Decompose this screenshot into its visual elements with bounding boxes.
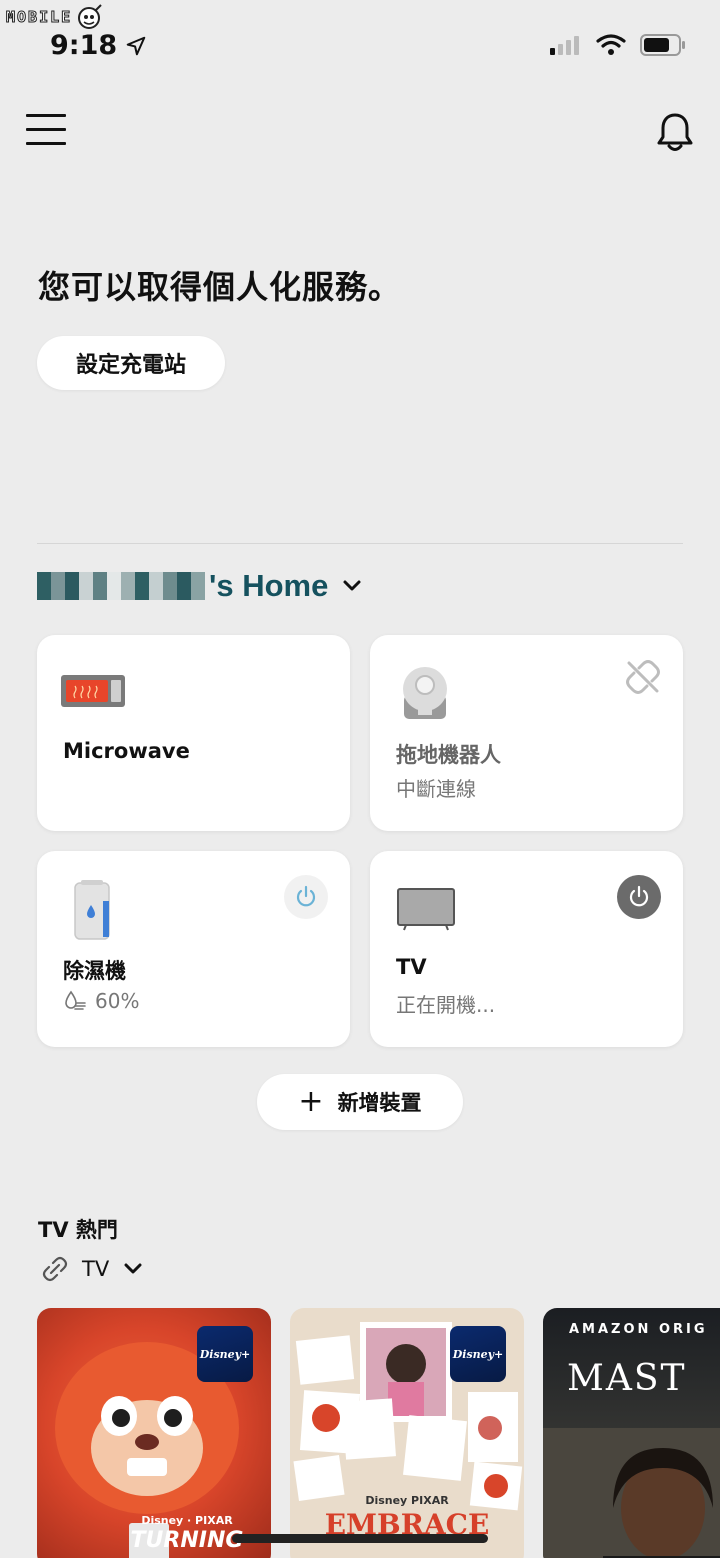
microwave-icon xyxy=(61,675,125,707)
thumbnail-embrace-the-panda[interactable]: Disney+ Disney PIXAR EMBRACE xyxy=(290,1308,524,1558)
watermark-mascot-icon xyxy=(78,4,102,29)
tv-filter-label: TV xyxy=(82,1257,110,1281)
status-icons xyxy=(550,34,686,56)
personalization-title: 您可以取得個人化服務。 xyxy=(38,268,402,306)
home-indicator[interactable] xyxy=(232,1534,488,1543)
status-time-text: 9:18 xyxy=(50,30,118,61)
power-icon xyxy=(296,885,316,907)
dehumidifier-icon xyxy=(74,880,110,940)
section-divider xyxy=(37,543,683,544)
top-bar xyxy=(0,112,720,156)
device-status-text: 正在開機... xyxy=(396,993,496,1017)
add-device-label: 新增裝置 xyxy=(337,1091,422,1115)
device-status: 中斷連線 xyxy=(396,773,476,802)
plus-icon: + xyxy=(298,1084,324,1119)
watermark-logo: MOBILE xyxy=(5,4,104,30)
device-name: TV xyxy=(396,955,427,979)
disconnected-link-icon xyxy=(626,660,660,694)
tv-icon xyxy=(397,888,455,931)
status-bar: 9:18 xyxy=(0,28,720,68)
device-card-tv[interactable]: TV 正在開機... xyxy=(370,851,683,1047)
home-name: 's Home xyxy=(209,568,329,603)
status-time: 9:18 xyxy=(50,30,147,61)
device-name: 拖地機器人 xyxy=(396,743,501,767)
location-arrow-icon xyxy=(126,36,146,55)
thumbnail-title: MAST xyxy=(567,1358,687,1399)
hamburger-menu-button[interactable] xyxy=(26,114,66,150)
device-card-microwave[interactable]: Microwave xyxy=(37,635,350,831)
thumbnail-turning-red[interactable]: Disney+ Disney · PIXAR TURNING xyxy=(37,1308,271,1558)
mopping-robot-icon xyxy=(403,667,447,719)
power-icon xyxy=(629,885,649,907)
device-status: 60% xyxy=(63,989,139,1013)
dehumidifier-power-button[interactable] xyxy=(284,875,328,919)
device-status-text: 中斷連線 xyxy=(396,777,476,801)
link-icon xyxy=(42,1256,68,1282)
device-status-text: 60% xyxy=(95,989,140,1013)
device-name: 除濕機 xyxy=(63,959,126,983)
setup-charging-station-button[interactable]: 設定充電站 xyxy=(37,336,225,390)
battery-icon xyxy=(640,34,685,56)
device-card-mopping-robot[interactable]: 拖地機器人 中斷連線 xyxy=(370,635,683,831)
device-name: Microwave xyxy=(63,739,190,763)
tv-filter-dropdown[interactable]: TV xyxy=(42,1256,143,1282)
device-status: 正在開機... xyxy=(396,989,495,1018)
thumbnail-master[interactable]: AMAZON ORIG MAST xyxy=(543,1308,720,1558)
watermark-text: MOBILE xyxy=(5,8,73,27)
notification-bell-button[interactable] xyxy=(656,112,694,154)
pixelated-home-owner-name xyxy=(37,572,205,600)
disney-plus-badge: Disney+ xyxy=(450,1326,506,1382)
device-card-dehumidifier[interactable]: 除濕機 60% xyxy=(37,851,350,1047)
portrait-artwork xyxy=(543,1428,720,1558)
chevron-down-icon xyxy=(124,1263,142,1274)
thumbnail-studio: Disney · PIXAR xyxy=(141,1514,233,1527)
thumbnail-studio: Disney PIXAR xyxy=(365,1494,449,1507)
tv-popular-title: TV 熱門 xyxy=(38,1218,118,1242)
humidity-icon xyxy=(65,990,86,1010)
thumbnail-header: AMAZON ORIG xyxy=(569,1322,708,1337)
chevron-down-icon[interactable] xyxy=(342,579,362,593)
disney-plus-badge: Disney+ xyxy=(197,1326,253,1382)
wifi-icon xyxy=(596,34,626,55)
bell-icon xyxy=(657,113,693,151)
tv-power-button[interactable] xyxy=(617,875,661,919)
cellular-signal-icon xyxy=(550,36,579,55)
home-selector[interactable]: 's Home xyxy=(37,566,362,606)
add-device-button[interactable]: + 新增裝置 xyxy=(257,1074,463,1130)
